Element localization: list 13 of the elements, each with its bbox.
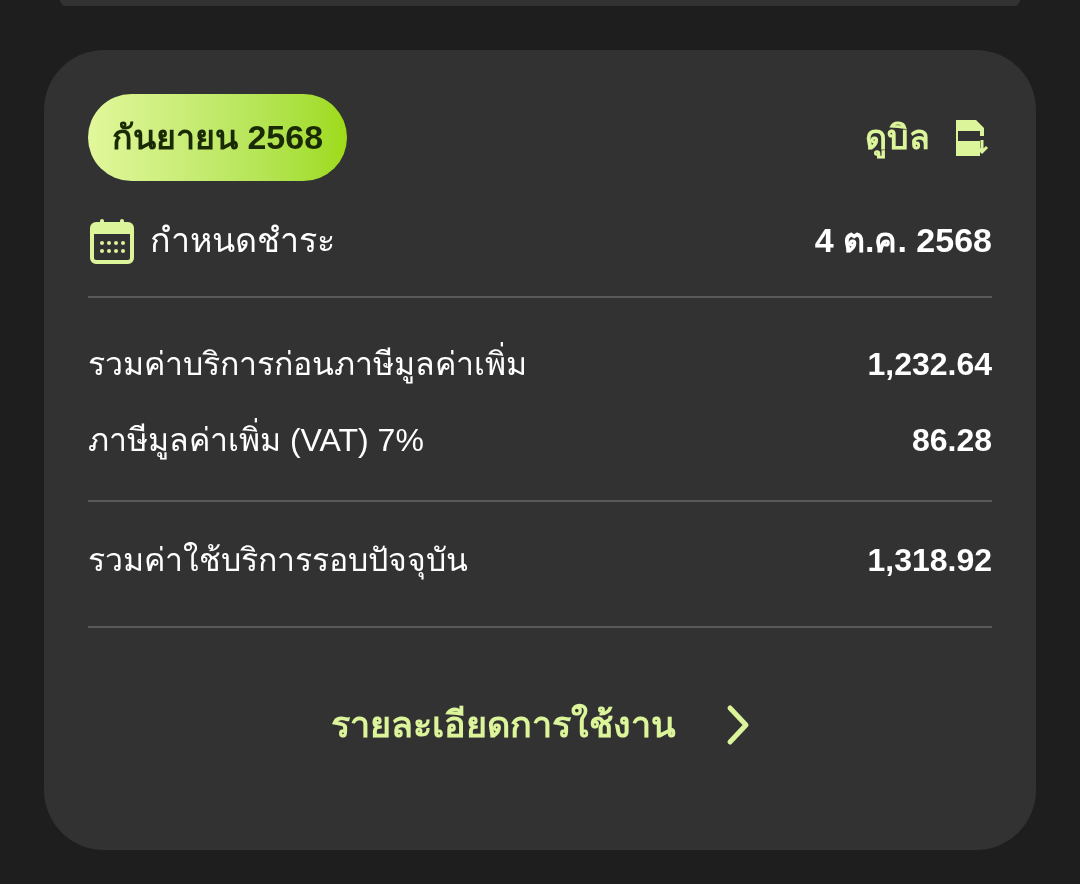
period-text: กันยายน 2568 bbox=[112, 117, 324, 158]
calendar-icon bbox=[88, 216, 136, 265]
chevron-right-icon bbox=[725, 704, 750, 746]
charge-label: ภาษีมูลค่าเพิ่ม (VAT) 7% bbox=[88, 416, 424, 464]
total-amount: 1,318.92 bbox=[867, 541, 992, 580]
charge-label: รวมค่าบริการก่อนภาษีมูลค่าเพิ่ม bbox=[88, 340, 527, 388]
view-bill-button[interactable]: ดูบิล bbox=[865, 112, 992, 163]
charge-amount: 86.28 bbox=[911, 421, 992, 460]
charge-amount: 1,232.64 bbox=[867, 345, 992, 384]
usage-details-link[interactable]: รายละเอียดการใช้งาน bbox=[330, 698, 750, 752]
due-label: กำหนดชำระ bbox=[150, 220, 335, 261]
total-label: รวมค่าใช้บริการรอบปัจจุบัน bbox=[88, 541, 468, 582]
due-date: 4 ต.ค. 2568 bbox=[814, 220, 992, 261]
